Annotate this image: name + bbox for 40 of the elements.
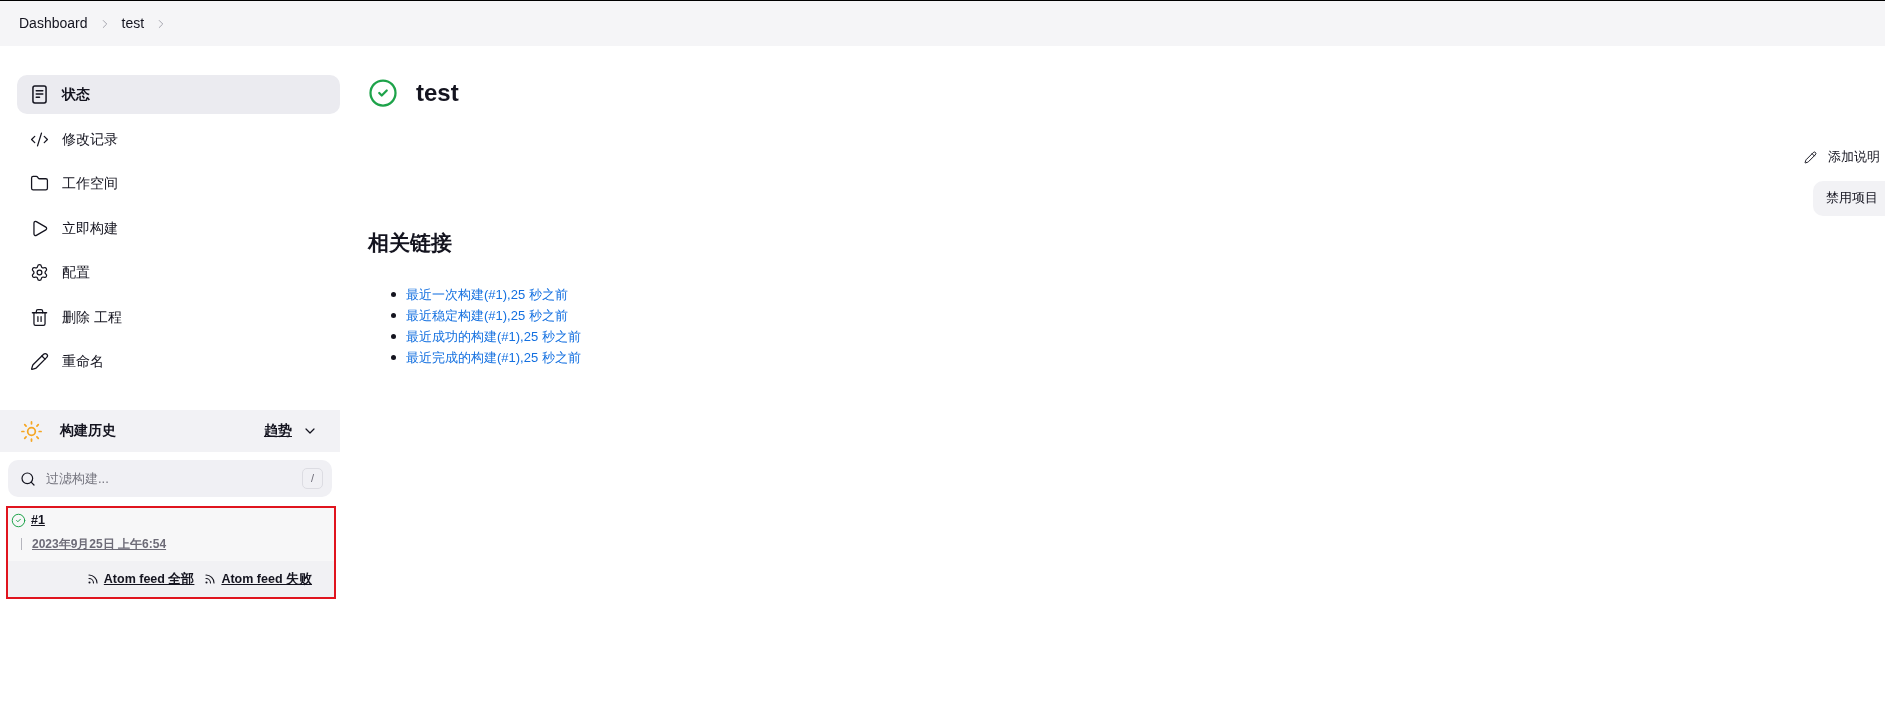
- add-description-link[interactable]: 添加说明: [1804, 148, 1885, 166]
- sidebar-item[interactable]: 工作空间: [17, 164, 340, 203]
- build-row[interactable]: #1 2023年9月25日 上午6:54: [8, 508, 334, 561]
- breadcrumb-link[interactable]: test: [121, 13, 145, 34]
- atom-feed-link[interactable]: Atom feed 失败: [204, 569, 312, 589]
- build-date-link[interactable]: 2023年9月25日 上午6:54: [32, 534, 167, 553]
- document-icon: [32, 85, 47, 104]
- play-icon: [30, 218, 49, 238]
- folder-icon: [30, 174, 49, 193]
- section-title: 构建历史: [60, 421, 116, 440]
- related-link[interactable]: 最近成功的构建(#1),25 秒之前: [406, 326, 581, 347]
- related-link[interactable]: 最近一次构建(#1),25 秒之前: [406, 284, 568, 305]
- job-title: test: [416, 78, 459, 108]
- related-link[interactable]: 最近完成的构建(#1),25 秒之前: [406, 347, 581, 368]
- breadcrumb-link[interactable]: Dashboard: [19, 13, 88, 34]
- sidebar-item[interactable]: 修改记录: [17, 119, 340, 159]
- sidebar-item[interactable]: 状态: [17, 75, 340, 114]
- trend-link[interactable]: 趋势: [264, 420, 292, 442]
- pencil-icon: [1804, 150, 1817, 164]
- atom-feed-link[interactable]: Atom feed 全部: [86, 569, 195, 589]
- sidebar-item[interactable]: 删除 工程: [17, 297, 340, 337]
- pencil-icon: [30, 352, 49, 371]
- rss-icon: [204, 573, 217, 585]
- bullet-icon: [391, 355, 396, 360]
- settings-icon: [30, 263, 49, 282]
- bullet-icon: [391, 292, 396, 297]
- sidebar-item[interactable]: 立即构建: [17, 208, 340, 248]
- build-number-link[interactable]: #1: [31, 511, 45, 530]
- sun-icon: [20, 419, 43, 443]
- section-heading: 相关链接: [368, 230, 452, 256]
- bullet-icon: [391, 313, 396, 318]
- rss-icon: [86, 573, 99, 585]
- sidebar-item[interactable]: 重命名: [17, 342, 340, 381]
- search-icon: [20, 470, 36, 487]
- trash-icon: [30, 307, 49, 327]
- shortcut-key: /: [302, 468, 323, 489]
- disable-project-button[interactable]: 禁用项目: [1813, 181, 1885, 216]
- related-link[interactable]: 最近稳定构建(#1),25 秒之前: [406, 305, 568, 326]
- sidebar-item[interactable]: 配置: [17, 253, 340, 292]
- bullet-icon: [391, 334, 396, 339]
